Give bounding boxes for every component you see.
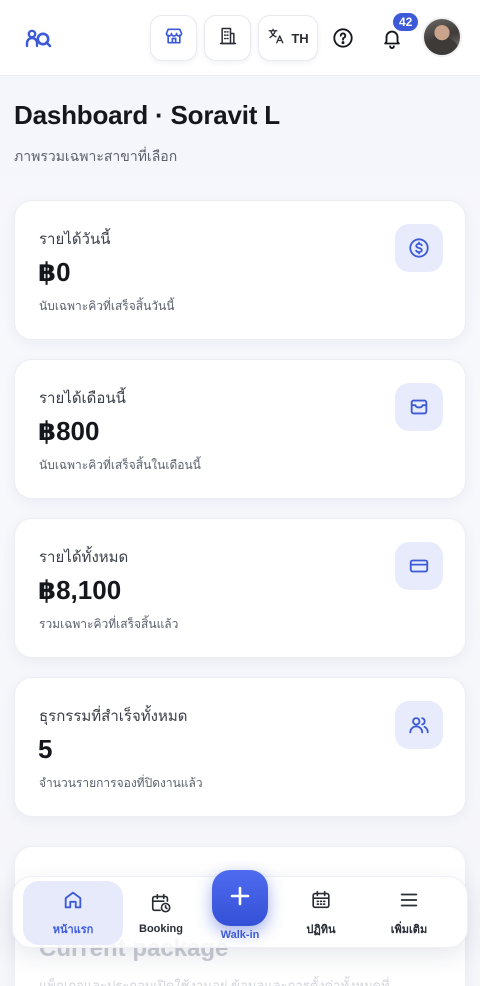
top-bar: TH 42 — [0, 0, 480, 76]
credit-card-icon — [395, 542, 443, 590]
stat-note: นับเฉพาะคิวที่เสร็จสิ้นในเดือนนี้ — [39, 458, 201, 472]
stat-label: รายได้วันนี้ — [39, 231, 111, 248]
nav-home[interactable]: หน้าแรก — [23, 881, 123, 945]
store-icon — [164, 26, 184, 51]
nav-label: ปฏิทิน — [306, 923, 336, 936]
stat-label: รายได้เดือนนี้ — [39, 390, 126, 407]
store-button[interactable] — [150, 15, 197, 61]
language-code: TH — [291, 30, 309, 46]
language-button[interactable]: TH — [258, 15, 318, 61]
nav-label: เพิ่มเติม — [390, 923, 428, 936]
building-icon — [218, 26, 238, 51]
stat-card-transactions: ธุรกรรมที่สำเร็จทั้งหมด 5 จำนวนรายการจอง… — [14, 677, 466, 817]
nav-calendar[interactable]: ปฏิทิน — [277, 881, 365, 945]
branch-button[interactable] — [204, 15, 251, 61]
stat-card-month-revenue: รายได้เดือนนี้ ฿800 นับเฉพาะคิวที่เสร็จส… — [14, 359, 466, 499]
walk-in-button[interactable] — [212, 870, 268, 926]
walk-in-label[interactable]: Walk-in — [212, 929, 268, 941]
nav-booking[interactable]: Booking — [117, 881, 205, 945]
stat-value: ฿0 — [38, 257, 71, 287]
stat-card-today-revenue: รายได้วันนี้ ฿0 นับเฉพาะคิวที่เสร็จสิ้นว… — [14, 200, 466, 340]
stat-value: ฿8,100 — [38, 575, 122, 605]
plus-icon — [228, 884, 252, 913]
stat-label: ธุรกรรมที่สำเร็จทั้งหมด — [39, 708, 188, 725]
package-note: แพ็กเกจและประกอบเปิดใช้งานอยู่ ข้อมูลและ… — [39, 978, 390, 986]
translate-icon — [267, 27, 285, 50]
nav-label: หน้าแรก — [52, 923, 94, 936]
stat-note: นับเฉพาะคิวที่เสร็จสิ้นวันนี้ — [39, 299, 175, 313]
calendar-clock-icon — [150, 892, 172, 919]
page-title: Dashboard · Soravit L — [14, 100, 280, 130]
stat-note: รวมเฉพาะคิวที่เสร็จสิ้นแล้ว — [39, 617, 179, 631]
calendar-icon — [310, 889, 332, 916]
stat-label: รายได้ทั้งหมด — [39, 549, 129, 566]
users-icon — [395, 701, 443, 749]
avatar[interactable] — [422, 17, 462, 57]
stat-value: ฿800 — [38, 416, 100, 446]
nav-label: Booking — [139, 922, 183, 935]
nav-more[interactable]: เพิ่มเติม — [365, 881, 453, 945]
menu-icon — [398, 889, 420, 916]
home-icon — [62, 889, 84, 916]
stat-value: 5 — [38, 734, 53, 764]
help-icon[interactable] — [331, 26, 355, 50]
notification-badge: 42 — [391, 11, 421, 33]
wallet-icon — [395, 383, 443, 431]
stat-note: จำนวนรายการจองที่ปิดงานแล้ว — [39, 776, 203, 790]
app-logo-icon[interactable] — [25, 26, 53, 50]
page-subtitle: ภาพรวมเฉพาะสาขาที่เลือก — [14, 148, 178, 164]
dollar-circle-icon — [395, 224, 443, 272]
stat-card-total-revenue: รายได้ทั้งหมด ฿8,100 รวมเฉพาะคิวที่เสร็จ… — [14, 518, 466, 658]
